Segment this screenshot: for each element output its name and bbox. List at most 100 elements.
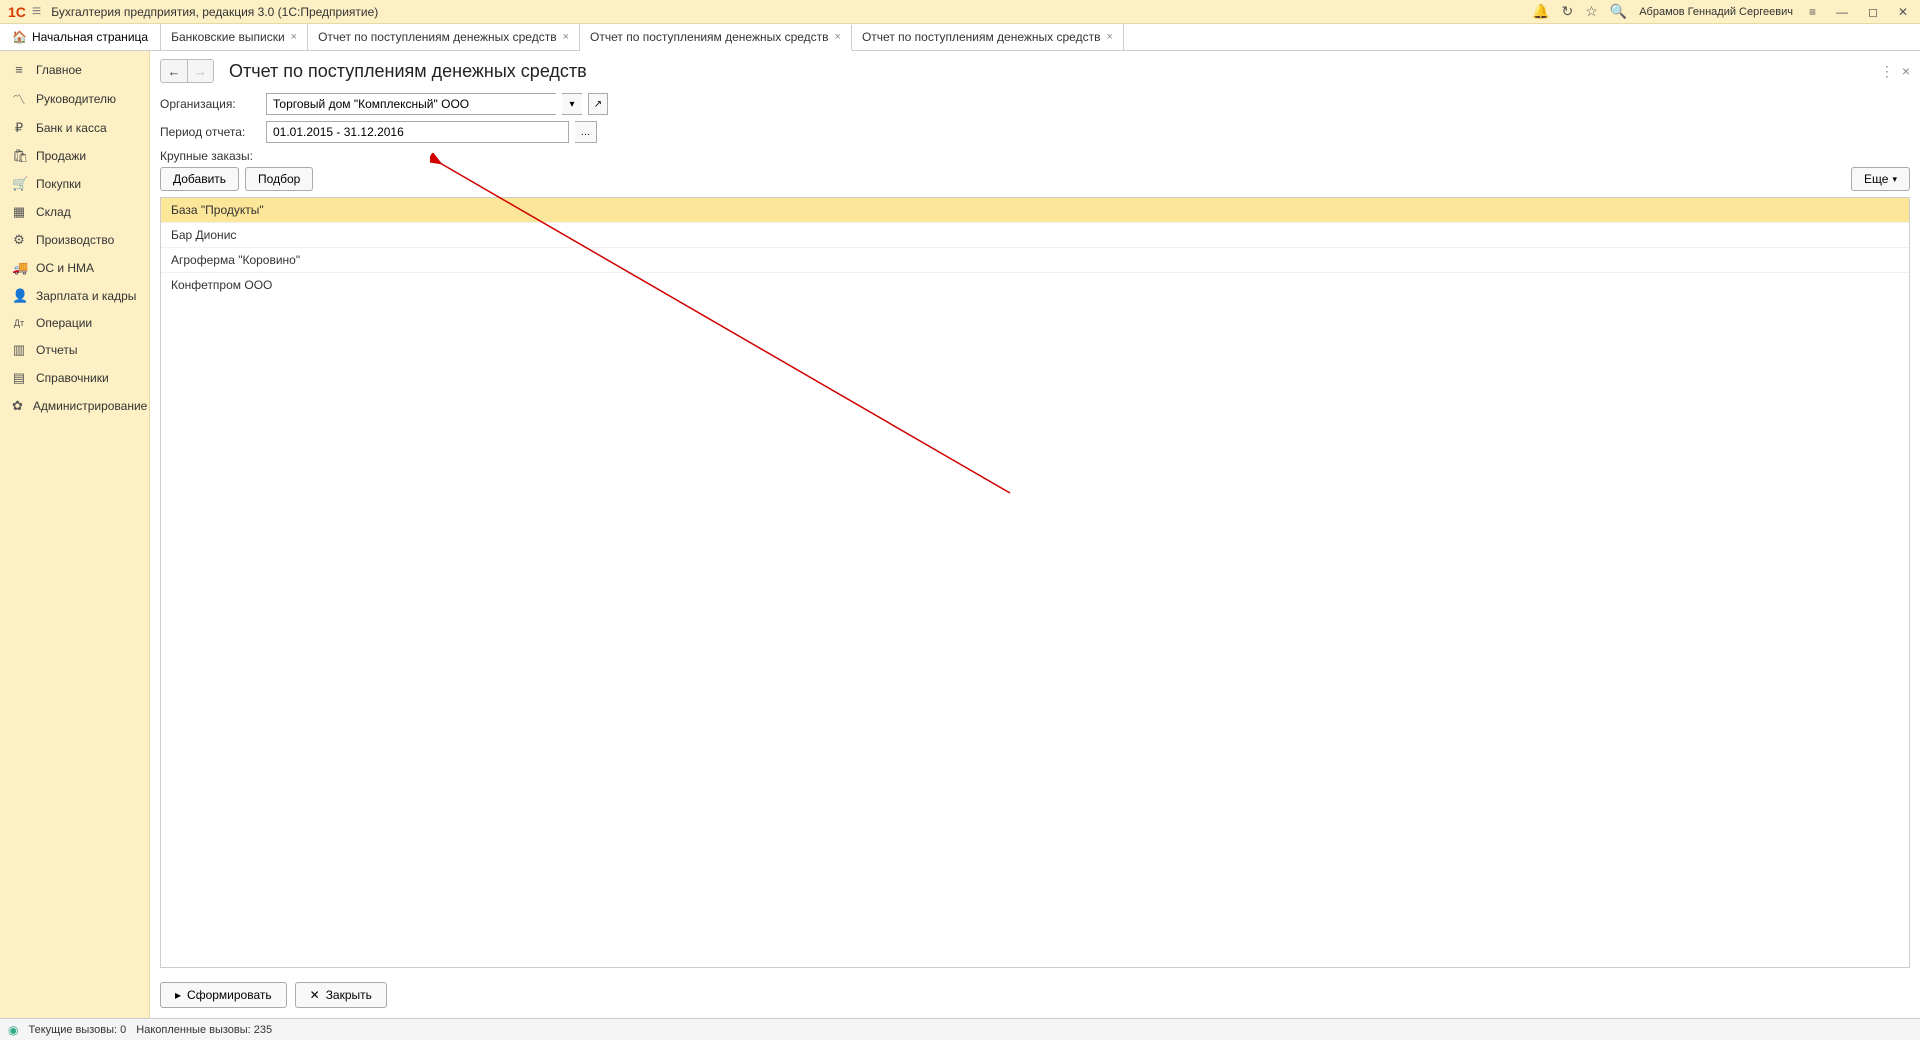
cart-icon: 🛒 — [12, 176, 26, 192]
more-button-label: Еще — [1864, 172, 1888, 186]
title-icons: 🔔 ↻ ☆ 🔍 Абрамов Геннадий Сергеевич ≡ — ◻… — [1532, 3, 1912, 20]
maximize-icon[interactable]: ◻ — [1864, 5, 1882, 19]
nav-buttons: ← → — [160, 59, 214, 83]
person-icon: 👤 — [12, 288, 26, 304]
tab-3[interactable]: Отчет по поступлениям денежных средств × — [852, 24, 1124, 50]
chart-icon: 〽 — [12, 89, 26, 108]
list-item[interactable]: Бар Дионис — [161, 222, 1909, 247]
box-icon: ▦ — [12, 204, 26, 220]
book-icon: ▤ — [12, 370, 26, 386]
generate-button[interactable]: ▸ Сформировать — [160, 982, 287, 1008]
sidebar-item-label: Зарплата и кадры — [36, 289, 136, 303]
sidebar-item-hr[interactable]: 👤 Зарплата и кадры — [0, 282, 149, 310]
main-menu-icon[interactable]: ≡ — [32, 3, 41, 21]
sidebar-item-sales[interactable]: 🛍Продажи — [0, 142, 149, 170]
bottom-bar: ▸ Сформировать ✕ Закрыть — [160, 976, 1910, 1018]
tab-label: Банковские выписки — [171, 30, 285, 44]
orders-list[interactable]: База "Продукты" Бар Дионис Агроферма "Ко… — [160, 197, 1910, 968]
sidebar-item-label: Отчеты — [36, 343, 77, 357]
sidebar-item-operations[interactable]: ДтОперации — [0, 310, 149, 336]
title-bar: 1C ≡ Бухгалтерия предприятия, редакция 3… — [0, 0, 1920, 24]
sidebar-item-label: Покупки — [36, 177, 81, 191]
generate-button-label: Сформировать — [187, 988, 272, 1002]
sidebar-item-main[interactable]: ≡Главное — [0, 56, 149, 83]
sidebar-item-manager[interactable]: 〽Руководителю — [0, 83, 149, 114]
tab-2[interactable]: Отчет по поступлениям денежных средств × — [580, 25, 852, 51]
period-input[interactable] — [266, 121, 569, 143]
status-bar: ◉ Текущие вызовы: 0 Накопленные вызовы: … — [0, 1018, 1920, 1040]
tab-label: Отчет по поступлениям денежных средств — [590, 30, 829, 44]
sidebar-item-reports[interactable]: ▥ Отчеты — [0, 336, 149, 364]
tab-1[interactable]: Отчет по поступлениям денежных средств × — [308, 24, 580, 50]
ruble-icon: ₽ — [12, 120, 26, 136]
star-icon[interactable]: ☆ — [1585, 3, 1598, 20]
search-icon[interactable]: 🔍 — [1610, 3, 1627, 20]
sidebar-item-label: Производство — [36, 233, 114, 247]
org-input[interactable] — [266, 93, 556, 115]
back-button[interactable]: ← — [161, 60, 187, 82]
status-icon: ◉ — [8, 1023, 18, 1037]
sidebar-item-label: Продажи — [36, 149, 86, 163]
tabs-row: 🏠 Начальная страница Банковские выписки … — [0, 24, 1920, 51]
open-ref-icon[interactable]: ↗ — [588, 93, 608, 115]
more-button[interactable]: Еще — [1851, 167, 1910, 191]
truck-icon: 🚚 — [12, 260, 26, 276]
sidebar-item-assets[interactable]: 🚚 ОС и НМА — [0, 254, 149, 282]
select-button[interactable]: Подбор — [245, 167, 313, 191]
current-calls: Текущие вызовы: 0 — [28, 1024, 126, 1036]
tab-0[interactable]: Банковские выписки × — [161, 24, 308, 50]
accumulated-calls: Накопленные вызовы: 235 — [136, 1024, 272, 1036]
history-icon[interactable]: ↻ — [1561, 3, 1573, 20]
sidebar-item-label: ОС и НМА — [36, 261, 94, 275]
org-label: Организация: — [160, 97, 260, 111]
sidebar-item-admin[interactable]: ✿Администрирование — [0, 392, 149, 420]
period-row: Период отчета: … — [160, 121, 1910, 143]
sidebar: ≡Главное 〽Руководителю ₽Банк и касса 🛍Пр… — [0, 51, 150, 1018]
x-icon: ✕ — [310, 988, 320, 1002]
username[interactable]: Абрамов Геннадий Сергеевич — [1639, 6, 1793, 18]
dt-icon: Дт — [12, 318, 26, 328]
app-title: Бухгалтерия предприятия, редакция 3.0 (1… — [51, 5, 1532, 19]
kebab-icon[interactable]: ⋮ — [1880, 63, 1894, 80]
header-right: ⋮ × — [1880, 63, 1910, 80]
list-item[interactable]: Конфетпром ООО — [161, 272, 1909, 297]
dropdown-icon[interactable]: ▾ — [562, 93, 582, 115]
close-icon[interactable]: × — [563, 31, 569, 43]
content-header: ← → Отчет по поступлениям денежных средс… — [160, 59, 1910, 83]
period-label: Период отчета: — [160, 125, 260, 139]
sidebar-item-label: Справочники — [36, 371, 109, 385]
home-tab-label: Начальная страница — [32, 30, 148, 44]
tab-label: Отчет по поступлениям денежных средств — [862, 30, 1101, 44]
close-icon[interactable]: × — [1106, 31, 1112, 43]
page-title: Отчет по поступлениям денежных средств — [229, 61, 587, 82]
sidebar-item-catalogs[interactable]: ▤ Справочники — [0, 364, 149, 392]
sidebar-item-label: Администрирование — [33, 399, 147, 413]
close-icon[interactable]: × — [291, 31, 297, 43]
add-button[interactable]: Добавить — [160, 167, 239, 191]
org-row: Организация: ▾ ↗ — [160, 93, 1910, 115]
sidebar-item-purchases[interactable]: 🛒 Покупки — [0, 170, 149, 198]
list-item[interactable]: База "Продукты" — [161, 198, 1909, 222]
forward-button[interactable]: → — [187, 60, 213, 82]
list-item[interactable]: Агроферма "Коровино" — [161, 247, 1909, 272]
sidebar-item-production[interactable]: ⚙ Производство — [0, 226, 149, 254]
bell-icon[interactable]: 🔔 — [1532, 3, 1549, 20]
close-page-icon[interactable]: × — [1902, 63, 1910, 80]
close-button[interactable]: ✕ Закрыть — [295, 982, 387, 1008]
menu-dots-icon[interactable]: ≡ — [1805, 5, 1820, 19]
sidebar-item-warehouse[interactable]: ▦Склад — [0, 198, 149, 226]
play-icon: ▸ — [175, 988, 181, 1002]
close-icon[interactable]: × — [835, 31, 841, 43]
tab-label: Отчет по поступлениям денежных средств — [318, 30, 557, 44]
close-window-icon[interactable]: ✕ — [1894, 5, 1912, 19]
list-toolbar: Добавить Подбор Еще — [160, 167, 1910, 191]
home-tab[interactable]: 🏠 Начальная страница — [0, 24, 161, 50]
close-button-label: Закрыть — [326, 988, 372, 1002]
factory-icon: ⚙ — [12, 232, 26, 248]
section-label: Крупные заказы: — [160, 149, 1910, 163]
list-icon: ≡ — [12, 62, 26, 77]
sidebar-item-bank[interactable]: ₽Банк и касса — [0, 114, 149, 142]
bars-icon: ▥ — [12, 342, 26, 358]
period-picker-button[interactable]: … — [575, 121, 597, 143]
minimize-icon[interactable]: — — [1832, 5, 1852, 19]
